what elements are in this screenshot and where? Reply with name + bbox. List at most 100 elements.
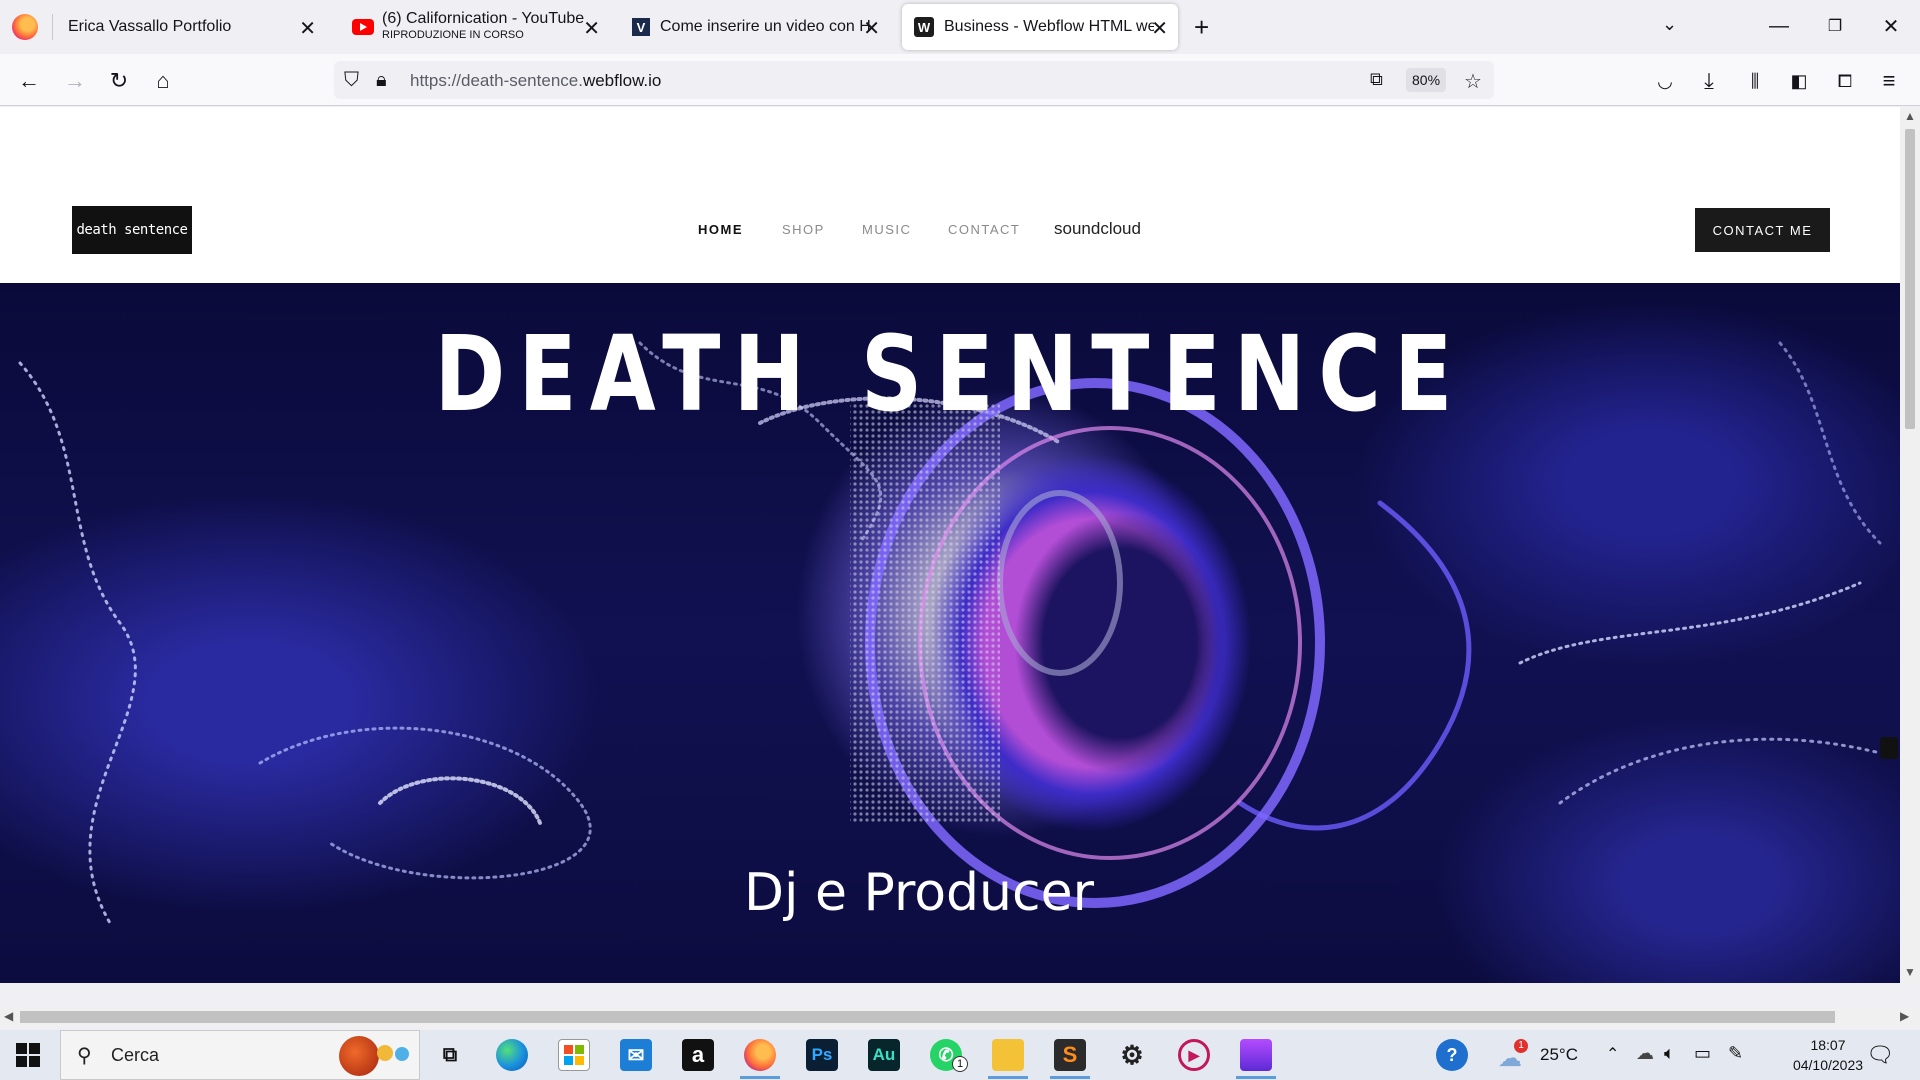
webflow-icon: W	[914, 17, 934, 37]
scroll-right-icon[interactable]: ▶	[1900, 1009, 1909, 1023]
weather-temperature[interactable]: 25°C	[1540, 1045, 1578, 1065]
notifications-icon[interactable]: 🗨︎	[1866, 1042, 1894, 1068]
bookmark-star-icon[interactable]: ☆	[1464, 69, 1482, 94]
extensions-icon[interactable]: ⧠	[1830, 66, 1860, 96]
store-grid	[564, 1045, 584, 1065]
tab-erica-vassallo[interactable]: Erica Vassallo Portfolio ✕	[56, 4, 326, 50]
photoshop-icon[interactable]: Ps	[806, 1039, 838, 1071]
close-tab-icon[interactable]: ✕	[1151, 16, 1168, 41]
store-tile	[575, 1045, 584, 1054]
battery-icon[interactable]: ▭	[1694, 1043, 1711, 1064]
forward-icon[interactable]: →	[60, 66, 90, 96]
scroll-down-icon[interactable]: ▼	[1904, 965, 1916, 979]
tray-expand-icon[interactable]: ⌃	[1606, 1044, 1619, 1064]
lock-icon[interactable]: 🔒︎	[376, 69, 387, 92]
close-tab-icon[interactable]: ✕	[299, 16, 316, 41]
search-highlight-earth-icon	[395, 1047, 409, 1061]
horizontal-scrollbar-thumb[interactable]	[20, 1011, 1835, 1023]
clock-time: 18:07	[1810, 1037, 1846, 1053]
floating-widget-icon[interactable]	[1880, 737, 1898, 759]
microsoft-store-icon[interactable]	[558, 1039, 590, 1071]
nav-music[interactable]: MUSIC	[862, 222, 911, 237]
scroll-up-icon[interactable]: ▲	[1904, 109, 1916, 123]
onedrive-icon[interactable]: ☁	[1636, 1043, 1654, 1064]
close-window-button[interactable]: ✕	[1868, 10, 1914, 42]
browser-tab-strip: Erica Vassallo Portfolio ✕ (6) Californi…	[0, 0, 1920, 54]
library-icon[interactable]: ⫼	[1740, 66, 1770, 96]
downloads-icon[interactable]: ⤓	[1694, 66, 1724, 96]
store-tile	[575, 1056, 584, 1065]
picture-in-picture-icon[interactable]: ⧉	[1370, 69, 1383, 90]
weather-badge: 1	[1514, 1039, 1528, 1053]
page-viewport: death sentence HOME SHOP MUSIC CONTACT s…	[0, 107, 1900, 983]
firefox-icon[interactable]	[12, 14, 38, 40]
search-highlight-planet-icon	[339, 1036, 379, 1076]
nav-soundcloud[interactable]: soundcloud	[1054, 219, 1141, 239]
tab-webflow-active[interactable]: W Business - Webflow HTML webs ✕	[902, 4, 1178, 50]
search-placeholder: Cerca	[111, 1045, 160, 1065]
reload-icon[interactable]: ↻	[104, 66, 134, 96]
nav-home[interactable]: HOME	[698, 222, 743, 237]
scroll-left-icon[interactable]: ◀	[4, 1009, 13, 1023]
tab-title: Erica Vassallo Portfolio	[68, 18, 232, 35]
horizontal-scrollbar[interactable]: ◀ ▶	[0, 1007, 1920, 1027]
search-icon: ⚲	[77, 1045, 92, 1067]
pocket-icon[interactable]: ◡	[1650, 66, 1680, 96]
audition-icon[interactable]: Au	[868, 1039, 900, 1071]
video-editor-active-indicator	[1236, 1076, 1276, 1079]
tab-title: Business - Webflow HTML webs	[944, 18, 1154, 35]
help-icon[interactable]: ?	[1436, 1039, 1468, 1071]
list-all-tabs-icon[interactable]: ⌄	[1662, 14, 1677, 35]
video-editor-icon[interactable]	[1240, 1039, 1272, 1071]
restore-button[interactable]: ❐	[1812, 10, 1858, 42]
url-prefix: https://death-sentence.	[410, 71, 583, 90]
url-domain: webflow.io	[582, 71, 662, 90]
clock[interactable]: 18:07 04/10/2023	[1788, 1035, 1868, 1075]
windows-start-icon[interactable]	[16, 1043, 40, 1067]
taskbar-search-box[interactable]: ⚲ Cerca	[60, 1030, 420, 1080]
vertical-scrollbar[interactable]: ▲ ▼	[1900, 107, 1920, 983]
youtube-icon	[352, 19, 374, 35]
windows-taskbar: ⚲ Cerca ⧉ ✉ a Ps Au ✆ 1 S ⚙ ▶ ? ☁ 1 25°C…	[0, 1030, 1920, 1080]
close-tab-icon[interactable]: ✕	[863, 16, 880, 41]
explorer-active-indicator	[988, 1076, 1028, 1079]
shield-icon[interactable]: ⛉	[344, 69, 359, 92]
url-text[interactable]: https://death-sentence.webflow.io	[410, 71, 661, 91]
hero-section: DEATH SENTENCE Dj e Producer	[0, 283, 1900, 983]
edge-icon[interactable]	[496, 1039, 528, 1071]
tab-come-inserire[interactable]: V Come inserire un video con HTM ✕	[620, 4, 890, 50]
site-header: death sentence HOME SHOP MUSIC CONTACT s…	[0, 107, 1900, 283]
pen-icon[interactable]: ✎	[1728, 1043, 1743, 1064]
clock-date: 04/10/2023	[1792, 1057, 1864, 1073]
nav-contact[interactable]: CONTACT	[948, 222, 1020, 237]
vertical-scrollbar-thumb[interactable]	[1905, 129, 1915, 429]
nav-shop[interactable]: SHOP	[782, 222, 825, 237]
firefox-active-indicator	[740, 1076, 780, 1079]
whatsapp-badge: 1	[952, 1056, 968, 1072]
file-explorer-icon[interactable]	[992, 1039, 1024, 1071]
minimize-button[interactable]: —	[1756, 10, 1802, 42]
store-tile	[564, 1056, 573, 1065]
close-tab-icon[interactable]: ✕	[583, 16, 600, 41]
task-view-icon[interactable]: ⧉	[434, 1039, 466, 1071]
volume-icon[interactable]: 🔈︎	[1664, 1043, 1675, 1064]
url-bar[interactable]: ⛉ 🔒︎ https://death-sentence.webflow.io ⧉…	[334, 61, 1494, 99]
site-logo[interactable]: death sentence	[72, 206, 192, 254]
zoom-level-badge[interactable]: 80%	[1406, 68, 1447, 92]
sublime-text-icon[interactable]: S	[1054, 1039, 1086, 1071]
amazon-icon[interactable]: a	[682, 1039, 714, 1071]
menu-icon[interactable]: ≡	[1874, 66, 1904, 96]
new-tab-button[interactable]: +	[1194, 12, 1209, 43]
tab-youtube[interactable]: (6) Californication - YouTube RIPRODUZIO…	[340, 4, 610, 50]
sidebar-icon[interactable]: ◧	[1784, 66, 1814, 96]
firefox-taskbar-icon[interactable]	[744, 1039, 776, 1071]
home-icon[interactable]: ⌂	[148, 66, 178, 96]
settings-gear-icon[interactable]: ⚙	[1116, 1039, 1148, 1071]
contact-me-button[interactable]: CONTACT ME	[1695, 208, 1830, 252]
mail-icon[interactable]: ✉	[620, 1039, 652, 1071]
back-icon[interactable]: ←	[14, 66, 44, 96]
store-tile	[564, 1045, 573, 1054]
tab-title: Come inserire un video con HTM	[660, 18, 870, 35]
media-player-icon[interactable]: ▶	[1178, 1039, 1210, 1071]
sublime-active-indicator	[1050, 1076, 1090, 1079]
